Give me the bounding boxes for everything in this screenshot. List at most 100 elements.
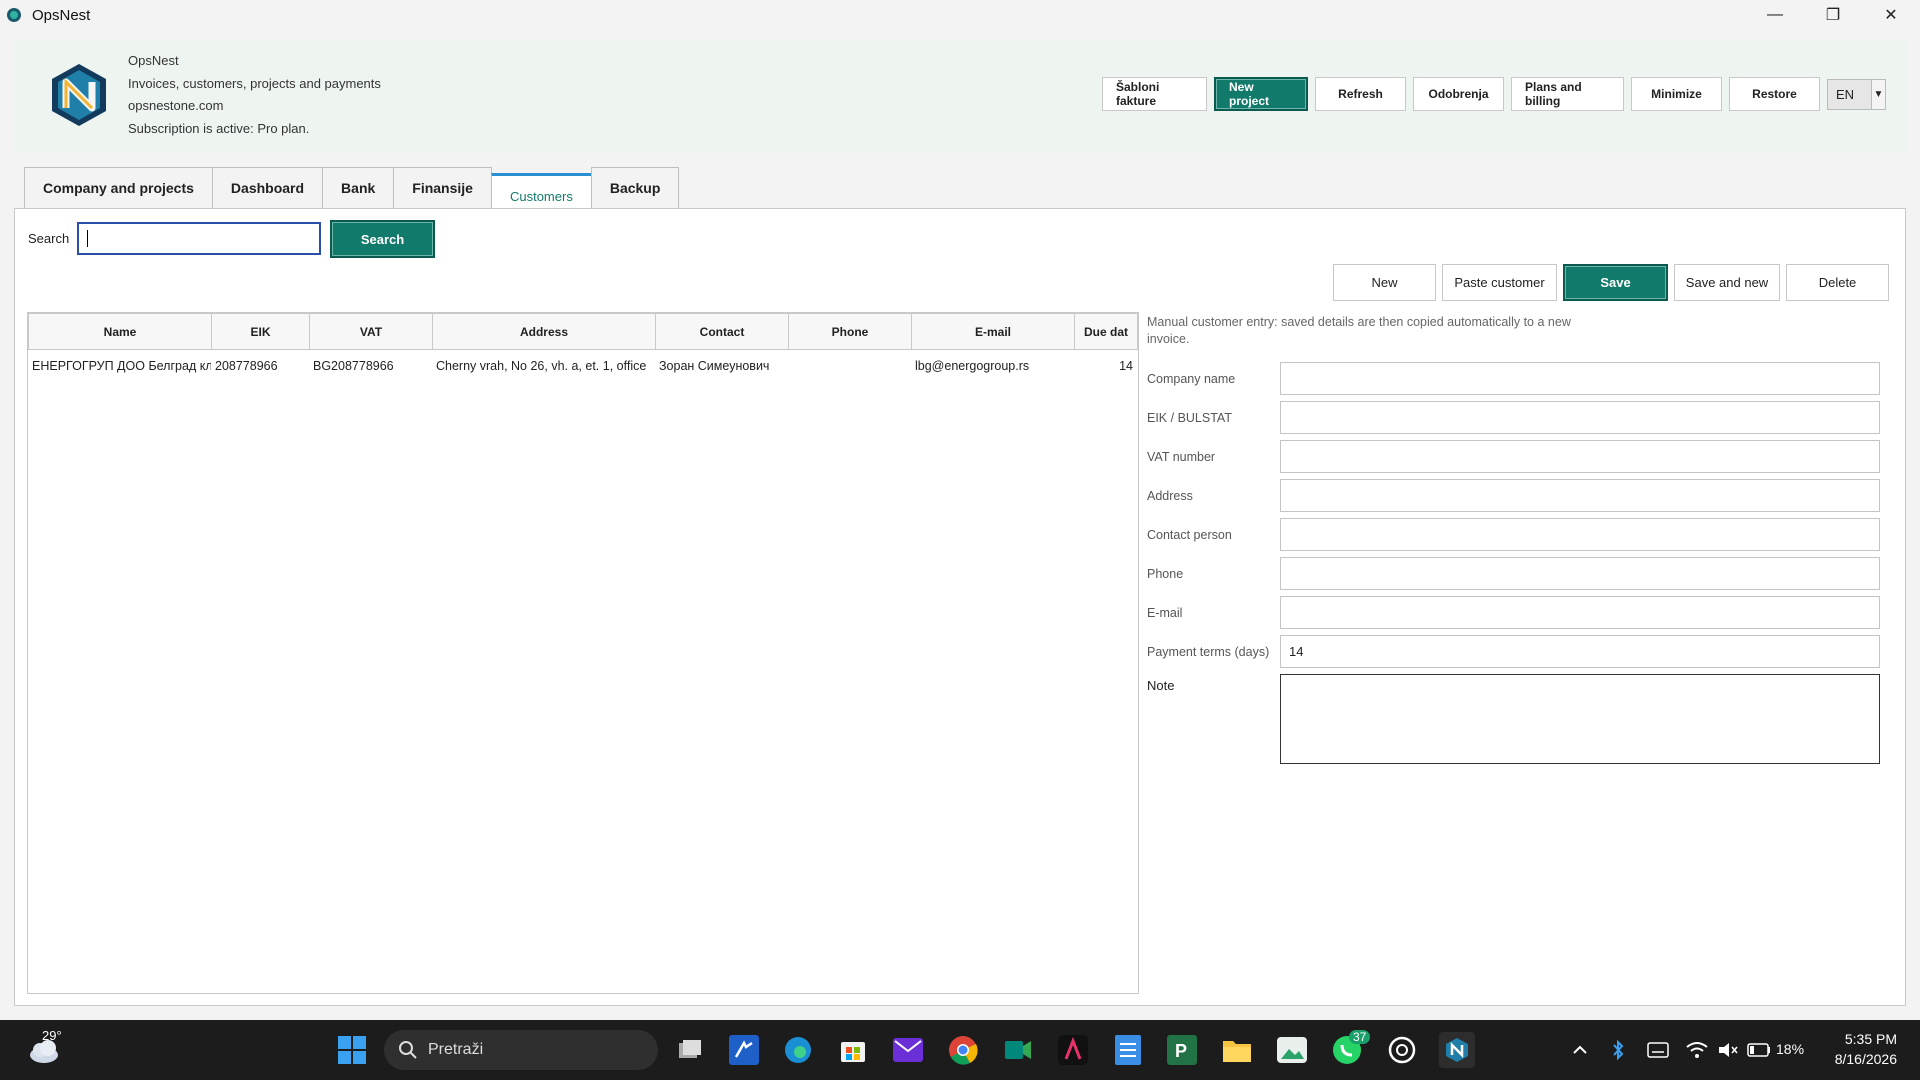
window-title: OpsNest — [32, 6, 91, 24]
app-header: OpsNest Invoices, customers, projects an… — [14, 40, 1908, 152]
header-website[interactable]: opsnestone.com — [128, 95, 381, 118]
column-header-address[interactable]: Address — [432, 313, 656, 350]
subscription-status: Subscription is active: Pro plan. — [128, 120, 310, 136]
close-window-button[interactable]: ✕ — [1862, 0, 1920, 30]
column-header-phone[interactable]: Phone — [788, 313, 912, 350]
taskbar: 29° Pretraži P 37 18% 5:35 PM 8/16/2026 — [0, 1020, 1920, 1080]
column-header-vat[interactable]: VAT — [309, 313, 433, 350]
bluetooth-icon[interactable] — [1600, 1032, 1636, 1068]
column-header-name[interactable]: Name — [28, 313, 212, 350]
company-name-label: Company name — [1147, 372, 1236, 386]
paste-customer-button[interactable]: Paste customer — [1442, 264, 1557, 301]
tray-overflow-icon[interactable] — [1562, 1032, 1598, 1068]
weather-temp: 29° — [42, 1028, 62, 1043]
save-button[interactable]: Save — [1563, 264, 1668, 301]
new-customer-button[interactable]: New — [1333, 264, 1436, 301]
cell-contact: Зоран Симеунович — [659, 359, 770, 373]
plans-billing-button[interactable]: Plans and billing — [1511, 77, 1624, 111]
phone-field[interactable] — [1280, 557, 1880, 590]
cell-email: lbg@energogroup.rs — [915, 359, 1030, 373]
eik-field[interactable] — [1280, 401, 1880, 434]
column-header-contact[interactable]: Contact — [655, 313, 789, 350]
opsnest-taskbar-icon[interactable] — [1439, 1032, 1475, 1068]
project-icon[interactable]: P — [1164, 1032, 1200, 1068]
phone-label: Phone — [1147, 567, 1184, 581]
email-field[interactable] — [1280, 596, 1880, 629]
notepad-icon[interactable] — [1110, 1032, 1146, 1068]
battery-icon[interactable] — [1741, 1032, 1777, 1068]
main-tabs: Company and projects Dashboard Bank Fina… — [24, 166, 680, 209]
cell-address: Cherny vrah, No 26, vh. a, et. 1, office — [436, 359, 647, 373]
restore-window-button[interactable]: ❐ — [1804, 0, 1862, 30]
language-value: EN — [1836, 86, 1855, 102]
file-explorer-icon[interactable] — [1219, 1032, 1255, 1068]
keyboard-icon[interactable] — [1640, 1032, 1676, 1068]
email-label: E-mail — [1147, 606, 1183, 620]
column-header-due-date[interactable]: Due dat — [1074, 313, 1138, 350]
address-row: Address — [1147, 479, 1881, 512]
edge-icon[interactable] — [780, 1032, 816, 1068]
cell-eik: 208778966 — [215, 359, 278, 373]
vat-label: VAT number — [1147, 450, 1216, 464]
tab-finansije[interactable]: Finansije — [393, 167, 492, 209]
refresh-button[interactable]: Refresh — [1315, 77, 1406, 111]
tab-company-projects[interactable]: Company and projects — [24, 167, 213, 209]
phone-row: Phone — [1147, 557, 1881, 590]
minimize-button[interactable]: Minimize — [1631, 77, 1722, 111]
language-select[interactable]: EN ▼ — [1827, 78, 1886, 110]
store-icon[interactable] — [835, 1032, 871, 1068]
note-label: Note — [1147, 678, 1175, 693]
table-header: Name EIK VAT Address Contact Phone E-mai… — [28, 313, 1138, 350]
restore-button[interactable]: Restore — [1729, 77, 1820, 111]
table-row[interactable]: ЕНЕРГОГРУП ДОО Белград кл 208778966 BG20… — [28, 350, 1138, 382]
vat-field[interactable] — [1280, 440, 1880, 473]
contact-label: Contact person — [1147, 528, 1232, 542]
company-name-field[interactable] — [1280, 362, 1880, 395]
chevron-down-icon[interactable]: ▼ — [1871, 79, 1885, 109]
taskbar-search[interactable]: Pretraži — [384, 1030, 658, 1070]
search-button[interactable]: Search — [330, 220, 435, 258]
minimize-window-button[interactable]: — — [1746, 0, 1804, 30]
save-and-new-button[interactable]: Save and new — [1674, 264, 1780, 301]
chatgpt-icon[interactable] — [1384, 1032, 1420, 1068]
meet-icon[interactable] — [1000, 1032, 1036, 1068]
note-field[interactable] — [1280, 674, 1880, 764]
clock-date[interactable]: 8/16/2026 — [1825, 1051, 1897, 1067]
tab-customers[interactable]: Customers — [490, 173, 592, 209]
battery-percent: 18% — [1776, 1041, 1805, 1057]
tab-dashboard[interactable]: Dashboard — [211, 167, 324, 209]
affinity-icon[interactable] — [1055, 1032, 1091, 1068]
search-icon — [399, 1041, 417, 1059]
invoice-templates-button[interactable]: Šabloni fakture — [1102, 77, 1207, 111]
eik-label: EIK / BULSTAT — [1147, 411, 1232, 425]
form-hint: Manual customer entry: saved details are… — [1147, 315, 1571, 346]
chrome-icon[interactable] — [945, 1032, 981, 1068]
cell-vat: BG208778966 — [313, 359, 394, 373]
contact-field[interactable] — [1280, 518, 1880, 551]
delete-button[interactable]: Delete — [1786, 264, 1889, 301]
payment-terms-field[interactable]: 14 — [1280, 635, 1880, 668]
search-input[interactable] — [77, 222, 321, 255]
vat-row: VAT number — [1147, 440, 1881, 473]
photos-icon[interactable] — [1274, 1032, 1310, 1068]
column-header-email[interactable]: E-mail — [911, 313, 1075, 350]
task-view-icon[interactable] — [672, 1032, 708, 1068]
mail-icon[interactable] — [890, 1032, 926, 1068]
new-project-button[interactable]: New project — [1214, 77, 1308, 111]
tab-bank[interactable]: Bank — [322, 167, 395, 209]
cell-name: ЕНЕРГОГРУП ДОО Белград кл — [32, 359, 211, 373]
contact-row: Contact person — [1147, 518, 1881, 551]
eik-row: EIK / BULSTAT — [1147, 401, 1881, 434]
opsnest-logo — [52, 64, 106, 126]
customers-table: Name EIK VAT Address Contact Phone E-mai… — [27, 312, 1139, 994]
app-launcher-icon[interactable] — [726, 1032, 762, 1068]
clock-time[interactable]: 5:35 PM — [1825, 1031, 1897, 1047]
customer-actions: New Paste customer Save Save and new Del… — [1333, 264, 1889, 301]
column-header-eik[interactable]: EIK — [211, 313, 310, 350]
svg-text:P: P — [1175, 1041, 1187, 1061]
approvals-button[interactable]: Odobrenja — [1413, 77, 1504, 111]
header-tagline: Invoices, customers, projects and paymen… — [128, 75, 381, 91]
start-icon[interactable] — [334, 1032, 370, 1068]
address-field[interactable] — [1280, 479, 1880, 512]
tab-backup[interactable]: Backup — [590, 167, 680, 209]
